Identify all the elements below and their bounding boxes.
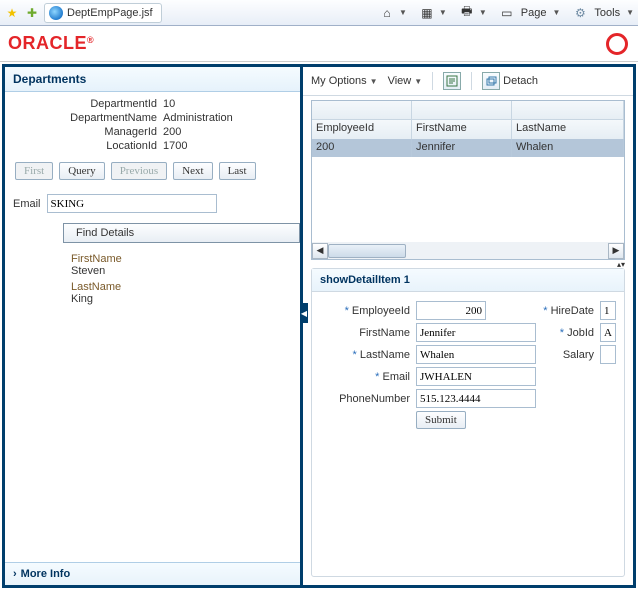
firstname-form-label: FirstName: [320, 327, 410, 339]
horizontal-splitter[interactable]: ▴▾: [303, 260, 633, 268]
find-details-button[interactable]: Find Details: [63, 223, 300, 243]
tools-menu[interactable]: Tools: [592, 7, 622, 19]
chevron-right-icon: ›: [13, 568, 17, 580]
cell-employeeid: 200: [312, 139, 412, 157]
home-icon[interactable]: ⌂: [379, 5, 395, 21]
department-form: DepartmentId10 DepartmentNameAdministrat…: [5, 92, 300, 156]
page-icon: ▭: [499, 5, 515, 21]
print-icon[interactable]: 🖶: [459, 5, 475, 21]
location-id-value: 1700: [163, 140, 187, 152]
scroll-left-icon[interactable]: ◀: [312, 243, 328, 259]
next-button[interactable]: Next: [173, 162, 212, 180]
wrap-icon[interactable]: [443, 72, 461, 90]
col-employeeid[interactable]: EmployeeId: [312, 120, 412, 139]
cell-firstname: Jennifer: [412, 139, 512, 157]
main-frame: Departments DepartmentId10 DepartmentNam…: [2, 64, 636, 588]
employeeid-label: EmployeeId: [320, 305, 410, 317]
departments-panel: Departments DepartmentId10 DepartmentNam…: [5, 67, 303, 585]
lookup-result: FirstName Steven LastName King: [5, 249, 300, 305]
my-options-menu[interactable]: My Options ▼: [311, 75, 378, 87]
dept-id-label: DepartmentId: [13, 98, 163, 110]
scroll-thumb[interactable]: [328, 244, 406, 258]
table-toolbar: My Options ▼ View ▼ Detach: [303, 67, 633, 96]
oracle-logo: ORACLE®: [8, 33, 94, 54]
table-spacer-row: [312, 101, 624, 120]
lastname-form-label: LastName: [320, 349, 410, 361]
nav-buttons: First Query Previous Next Last: [5, 156, 300, 190]
table-hscrollbar[interactable]: ◀ ▶: [312, 242, 624, 259]
email-label: Email: [13, 198, 41, 210]
col-firstname[interactable]: FirstName: [412, 120, 512, 139]
salary-label: Salary: [563, 349, 594, 361]
page-menu[interactable]: Page: [519, 7, 549, 19]
detail-panel: showDetailItem 1 EmployeeId HireDate Fir…: [311, 268, 625, 577]
ie-icon: [49, 6, 63, 20]
manager-id-value: 200: [163, 126, 181, 138]
oracle-o-icon: [606, 33, 628, 55]
table-row[interactable]: 200 Jennifer Whalen: [312, 139, 624, 157]
departments-header: Departments: [5, 67, 300, 92]
email-form-input[interactable]: [416, 367, 536, 386]
table-header-row: EmployeeId FirstName LastName: [312, 120, 624, 139]
email-form-label: Email: [320, 371, 410, 383]
jobid-input[interactable]: [600, 323, 616, 342]
phone-input[interactable]: [416, 389, 536, 408]
lastname-value: King: [71, 293, 300, 305]
lastname-label: LastName: [71, 281, 300, 293]
browser-tab-title: DeptEmpPage.jsf: [67, 7, 153, 19]
employees-panel: ◀ My Options ▼ View ▼ Detach EmployeeId …: [303, 67, 633, 585]
dept-name-value: Administration: [163, 112, 233, 124]
last-button[interactable]: Last: [219, 162, 256, 180]
col-lastname[interactable]: LastName: [512, 120, 624, 139]
oracle-header: ORACLE®: [0, 26, 638, 62]
query-button[interactable]: Query: [59, 162, 105, 180]
tools-gear-icon: ⚙: [572, 5, 588, 21]
detail-form: EmployeeId HireDate FirstName JobId: [312, 292, 624, 438]
scroll-right-icon[interactable]: ▶: [608, 243, 624, 259]
dept-name-label: DepartmentName: [13, 112, 163, 124]
location-id-label: LocationId: [13, 140, 163, 152]
more-info-disclosure[interactable]: › More Info: [5, 562, 300, 585]
detach-icon: [482, 72, 500, 90]
hiredate-label: HireDate: [543, 305, 594, 317]
phone-label: PhoneNumber: [320, 393, 410, 405]
manager-id-label: ManagerId: [13, 126, 163, 138]
first-button[interactable]: First: [15, 162, 53, 180]
salary-input[interactable]: [600, 345, 616, 364]
browser-tab[interactable]: DeptEmpPage.jsf: [44, 3, 162, 23]
firstname-input[interactable]: [416, 323, 536, 342]
jobid-label: JobId: [560, 327, 594, 339]
detail-header: showDetailItem 1: [312, 269, 624, 292]
view-menu[interactable]: View ▼: [388, 75, 423, 87]
hiredate-input[interactable]: [600, 301, 616, 320]
lastname-input[interactable]: [416, 345, 536, 364]
employeeid-input[interactable]: [416, 301, 486, 320]
previous-button[interactable]: Previous: [111, 162, 168, 180]
more-info-label: More Info: [21, 568, 71, 580]
rss-icon[interactable]: ▦: [419, 5, 435, 21]
add-favorite-icon[interactable]: ✚: [24, 5, 40, 21]
vertical-splitter-handle[interactable]: ◀: [300, 303, 308, 323]
submit-button[interactable]: Submit: [416, 411, 466, 429]
dept-id-value: 10: [163, 98, 175, 110]
email-input[interactable]: [47, 194, 217, 213]
favorites-star-icon[interactable]: ★: [4, 5, 20, 21]
employees-table: EmployeeId FirstName LastName 200 Jennif…: [311, 100, 625, 260]
detach-button[interactable]: Detach: [482, 72, 538, 90]
firstname-value: Steven: [71, 265, 300, 277]
firstname-label: FirstName: [71, 253, 300, 265]
cell-lastname: Whalen: [512, 139, 624, 157]
browser-toolbar: ★ ✚ DeptEmpPage.jsf ⌂▼ ▦▼ 🖶▼ ▭ Page▼ ⚙ T…: [0, 0, 638, 26]
